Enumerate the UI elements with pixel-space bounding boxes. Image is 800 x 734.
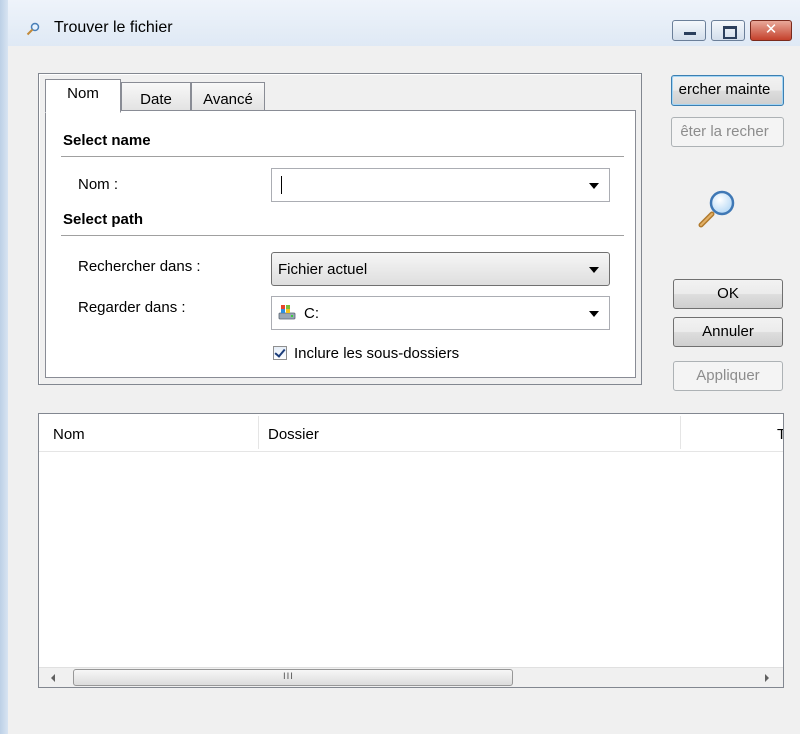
section-divider	[61, 156, 624, 157]
results-list[interactable]: Nom Dossier T III	[38, 413, 784, 688]
stop-search-button[interactable]: êter la recher	[671, 117, 784, 147]
chevron-down-icon[interactable]	[589, 183, 599, 189]
scroll-right-icon[interactable]	[765, 674, 769, 682]
horizontal-scrollbar[interactable]: III	[39, 667, 783, 687]
magnifier-icon	[698, 190, 735, 228]
column-header-dossier[interactable]: Dossier	[268, 414, 668, 451]
include-subfolders-checkbox[interactable]	[273, 346, 287, 360]
chevron-down-icon[interactable]	[589, 311, 599, 317]
ok-button[interactable]: OK	[673, 279, 783, 309]
column-header-type[interactable]: T	[777, 414, 783, 451]
cancel-button[interactable]: Annuler	[673, 317, 783, 347]
select-path-heading: Select path	[63, 211, 144, 228]
search-in-label: Rechercher dans :	[78, 258, 201, 275]
text-caret	[281, 176, 282, 194]
column-divider[interactable]	[258, 416, 259, 449]
search-icon	[26, 22, 40, 36]
nom-label: Nom :	[78, 176, 119, 193]
find-file-dialog: Trouver le fichier ✕ Nom Date Avancé Sel…	[0, 0, 800, 734]
scrollbar-thumb[interactable]: III	[73, 669, 513, 686]
title-bar[interactable]: Trouver le fichier ✕	[8, 0, 800, 46]
look-in-combobox[interactable]: C:	[271, 296, 610, 330]
select-name-heading: Select name	[63, 132, 151, 149]
scroll-left-icon[interactable]	[51, 674, 55, 682]
search-now-button[interactable]: ercher mainte	[671, 75, 784, 106]
column-header-nom[interactable]: Nom	[53, 414, 253, 451]
tab-panel-nom	[45, 110, 636, 378]
tab-avance[interactable]: Avancé	[191, 82, 265, 111]
maximize-button[interactable]	[711, 20, 745, 41]
column-divider[interactable]	[680, 416, 681, 449]
nom-combobox[interactable]	[271, 168, 610, 202]
search-in-value: Fichier actuel	[278, 261, 368, 278]
window-frame-edge	[0, 0, 8, 734]
chevron-down-icon[interactable]	[589, 267, 599, 273]
tab-date[interactable]: Date	[121, 82, 191, 111]
apply-button[interactable]: Appliquer	[673, 361, 783, 391]
include-subfolders-label[interactable]: Inclure les sous-dossiers	[294, 345, 459, 362]
drive-icon	[278, 305, 296, 320]
section-divider	[61, 235, 624, 236]
tab-nom[interactable]: Nom	[45, 79, 121, 113]
look-in-value: C:	[304, 305, 319, 322]
minimize-button[interactable]	[672, 20, 706, 41]
window-title: Trouver le fichier	[54, 19, 173, 36]
close-button[interactable]: ✕	[750, 20, 792, 41]
grip-icon: III	[283, 672, 294, 682]
results-header: Nom Dossier T	[39, 414, 783, 452]
search-in-dropdown[interactable]: Fichier actuel	[271, 252, 610, 286]
look-in-label: Regarder dans :	[78, 299, 186, 316]
close-icon: ✕	[764, 20, 778, 38]
